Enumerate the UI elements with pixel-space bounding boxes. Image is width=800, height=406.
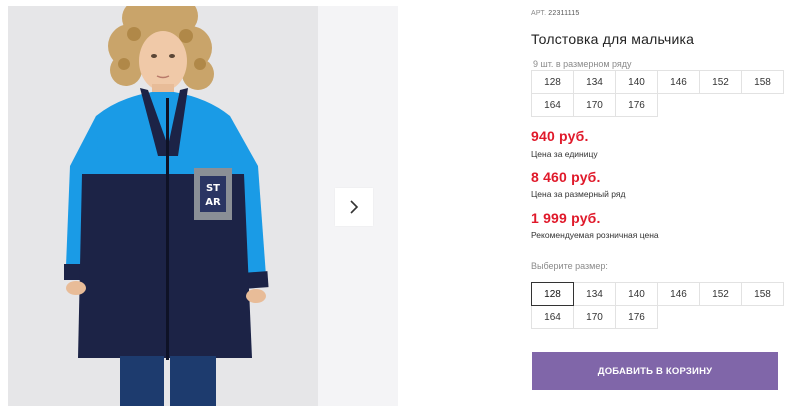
size-selector: 128 134 140 146 152 158 164 170 176 <box>531 282 784 329</box>
size-row-price-label: Цена за размерный ряд <box>531 189 626 199</box>
size-row-cell: 128 <box>531 70 574 94</box>
size-row-cell: 140 <box>615 70 658 94</box>
size-option-176[interactable]: 176 <box>615 305 658 329</box>
size-option-152[interactable]: 152 <box>699 282 742 306</box>
product-title: Толстовка для мальчика <box>531 31 695 47</box>
size-row-cell: 152 <box>699 70 742 94</box>
size-option-134[interactable]: 134 <box>573 282 616 306</box>
size-row-hint: 9 шт. в размерном ряду <box>533 59 632 69</box>
article-number: 22311115 <box>548 10 580 17</box>
add-to-cart-button[interactable]: ДОБАВИТЬ В КОРЗИНУ <box>532 352 778 390</box>
size-row-cell: 164 <box>531 93 574 117</box>
patch-text-top: ST <box>206 183 220 194</box>
retail-price-label: Рекомендуемая розничная цена <box>531 230 659 240</box>
size-option-128[interactable]: 128 <box>531 282 574 306</box>
unit-price: 940 руб. <box>531 128 589 144</box>
retail-price: 1 999 руб. <box>531 210 601 226</box>
product-photo[interactable]: ST AR <box>8 6 318 406</box>
product-photo-illustration: ST AR <box>8 6 318 406</box>
size-row-cell: 134 <box>573 70 616 94</box>
size-row-cell: 158 <box>741 70 784 94</box>
product-info: АРТ. 22311115 Толстовка для мальчика 9 шт… <box>531 0 793 406</box>
size-option-146[interactable]: 146 <box>657 282 700 306</box>
size-row-cell: 146 <box>657 70 700 94</box>
chevron-right-icon <box>350 200 359 214</box>
size-option-140[interactable]: 140 <box>615 282 658 306</box>
article-line: АРТ. 22311115 <box>531 10 579 17</box>
size-row-grid: 128 134 140 146 152 158 164 170 176 <box>531 70 784 117</box>
size-option-170[interactable]: 170 <box>573 305 616 329</box>
patch-text-bottom: AR <box>205 197 221 208</box>
size-row-cell: 170 <box>573 93 616 117</box>
article-label: АРТ. <box>531 10 547 17</box>
choose-size-label: Выберите размер: <box>531 261 608 271</box>
gallery-next-button[interactable] <box>335 188 373 226</box>
unit-price-label: Цена за единицу <box>531 149 598 159</box>
size-option-164[interactable]: 164 <box>531 305 574 329</box>
size-row-price: 8 460 руб. <box>531 169 601 185</box>
size-row-cell: 176 <box>615 93 658 117</box>
size-option-158[interactable]: 158 <box>741 282 784 306</box>
